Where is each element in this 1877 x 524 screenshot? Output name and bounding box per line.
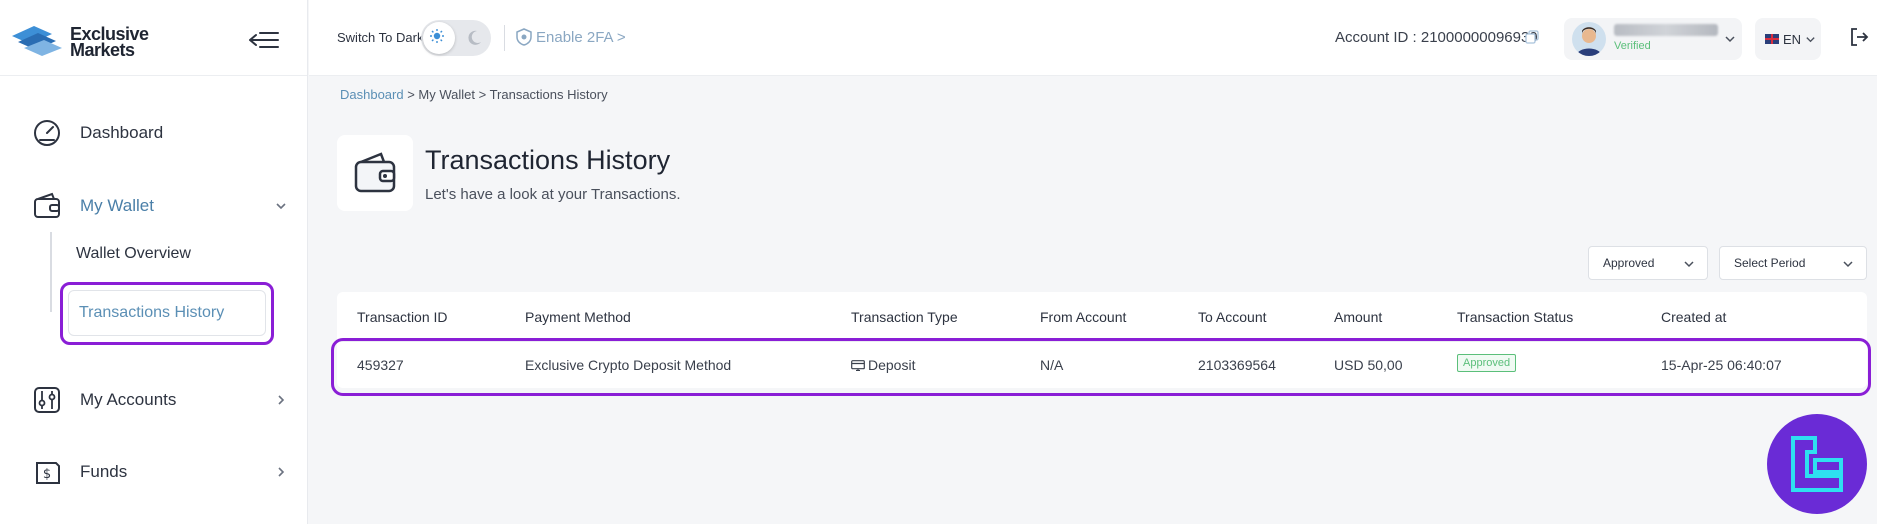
chevron-down-icon — [1725, 36, 1735, 43]
chevron-down-icon — [1806, 36, 1815, 42]
page-subtitle: Let's have a look at your Transactions. — [425, 186, 681, 203]
chevron-down-icon — [1684, 261, 1694, 268]
sidebar-item-my-wallet[interactable]: My Wallet — [32, 191, 154, 221]
funds-icon: $ — [36, 462, 60, 484]
status-filter-value: Approved — [1603, 256, 1655, 270]
sidebar: Exclusive Markets Dashboard My Wallet Wa… — [0, 0, 308, 524]
svg-text:$: $ — [43, 467, 51, 482]
copy-icon[interactable] — [1525, 30, 1539, 44]
column-header: To Account — [1198, 309, 1267, 325]
sidebar-subitem-label: Transactions History — [79, 304, 225, 321]
page-icon-box — [337, 135, 413, 211]
chevron-right-icon[interactable] — [274, 393, 288, 407]
watermark-logo-icon — [1791, 436, 1843, 492]
accounts-icon — [34, 387, 60, 413]
status-filter-select[interactable]: Approved — [1588, 246, 1708, 280]
brand-name: Exclusive Markets — [70, 24, 149, 60]
brand-logo-icon — [12, 26, 62, 56]
chevron-down-icon[interactable] — [274, 199, 288, 213]
period-filter-select[interactable]: Select Period — [1719, 246, 1867, 280]
collapse-menu-icon[interactable] — [248, 28, 280, 52]
logout-icon[interactable] — [1849, 27, 1869, 47]
sidebar-subitem-wallet-overview[interactable]: Wallet Overview — [76, 245, 191, 263]
user-menu[interactable]: Verified — [1564, 18, 1742, 60]
breadcrumb-dashboard-link[interactable]: Dashboard — [340, 87, 404, 102]
wallet-icon — [354, 152, 396, 193]
period-filter-placeholder: Select Period — [1734, 256, 1806, 270]
account-id: Account ID : 21000000096939 — [1335, 29, 1538, 46]
language-selector[interactable]: EN — [1755, 18, 1821, 60]
wallet-icon — [34, 192, 60, 218]
sidebar-subitem-transactions-history[interactable]: Transactions History — [68, 290, 266, 336]
page-title: Transactions History — [425, 145, 671, 175]
divider — [504, 25, 505, 51]
theme-toggle[interactable] — [421, 20, 491, 56]
chevron-down-icon — [1843, 261, 1853, 268]
sidebar-item-label: Dashboard — [80, 123, 164, 142]
sidebar-item-label: Funds — [80, 462, 128, 481]
speedometer-icon — [34, 120, 60, 146]
column-header: Payment Method — [525, 309, 631, 325]
sidebar-item-my-accounts[interactable]: My Accounts — [32, 385, 176, 415]
column-header: Transaction Status — [1457, 309, 1574, 325]
language-code: EN — [1783, 31, 1802, 47]
verified-badge: Verified — [1614, 40, 1651, 52]
avatar — [1572, 22, 1606, 56]
top-header: Switch To Dark Enable 2FA > Account ID :… — [309, 0, 1877, 76]
breadcrumb: Dashboard > My Wallet > Transactions His… — [340, 87, 608, 102]
user-name-redacted — [1614, 24, 1718, 36]
breadcrumb-trail: > My Wallet > Transactions History — [403, 87, 608, 102]
column-header: Transaction Type — [851, 309, 958, 325]
chevron-right-icon[interactable] — [274, 465, 288, 479]
moon-icon — [468, 30, 481, 45]
theme-toggle-label: Switch To Dark — [337, 30, 424, 45]
sun-icon — [430, 29, 444, 43]
uk-flag-icon — [1765, 34, 1779, 44]
brand-header: Exclusive Markets — [0, 0, 307, 76]
column-header: From Account — [1040, 309, 1127, 325]
column-header: Created at — [1661, 309, 1727, 325]
watermark-logo — [1767, 414, 1867, 514]
table-header: Transaction ID Payment Method Transactio… — [337, 292, 1867, 342]
enable-2fa-label: Enable 2FA > — [536, 28, 626, 46]
sidebar-item-dashboard[interactable]: Dashboard — [32, 118, 163, 148]
row-highlight-box — [331, 338, 1871, 396]
submenu-line — [50, 232, 52, 312]
enable-2fa-link[interactable]: Enable 2FA > — [515, 28, 626, 46]
sidebar-item-label: My Accounts — [80, 390, 177, 409]
column-header: Transaction ID — [357, 309, 448, 325]
shield-icon — [516, 28, 532, 46]
column-header: Amount — [1334, 309, 1383, 325]
sidebar-item-funds[interactable]: $ Funds — [32, 457, 127, 487]
sidebar-item-label: My Wallet — [80, 196, 154, 215]
